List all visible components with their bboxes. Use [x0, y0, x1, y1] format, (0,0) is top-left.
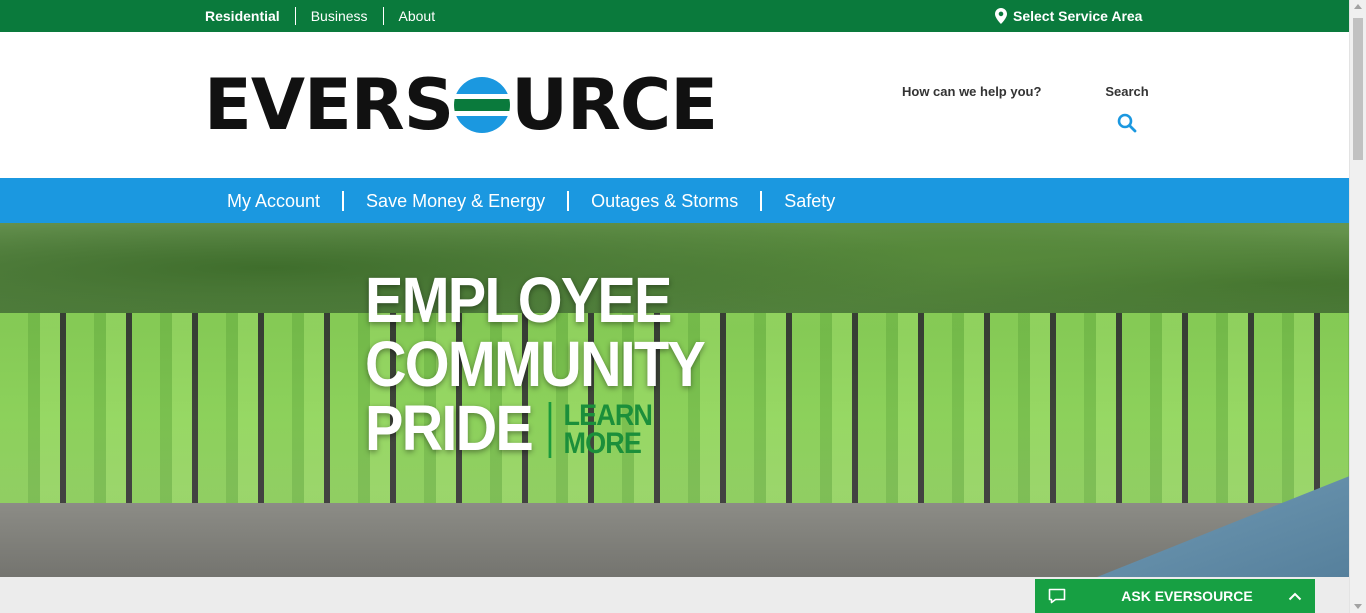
- utility-bar: Residential Business About Select Servic…: [0, 0, 1349, 38]
- help-prompt: How can we help you?: [902, 84, 1042, 99]
- nav-about[interactable]: About: [382, 7, 451, 25]
- nav-business[interactable]: Business: [294, 7, 383, 25]
- hero-line-2: COMMUNITY: [365, 328, 706, 400]
- hero-line-3: PRIDE: [365, 392, 534, 464]
- search-label: Search: [1105, 84, 1149, 99]
- chat-icon: [1048, 588, 1066, 604]
- select-service-area-link[interactable]: Select Service Area: [995, 0, 1142, 32]
- map-pin-icon: [995, 8, 1007, 24]
- scroll-thumb[interactable]: [1353, 18, 1363, 160]
- hero-headline: EMPLOYEE COMMUNITY PRIDE LEARN MORE: [365, 264, 706, 460]
- ask-eversource-widget[interactable]: ASK EVERSOURCE: [1035, 579, 1315, 613]
- nav-my-account[interactable]: My Account: [227, 191, 342, 211]
- service-area-label: Select Service Area: [1013, 8, 1143, 24]
- nav-residential[interactable]: Residential: [205, 7, 295, 38]
- main-nav: My Account Save Money & Energy Outages &…: [0, 178, 1349, 223]
- hero-line-1: EMPLOYEE: [365, 264, 672, 336]
- ask-eversource-label: ASK EVERSOURCE: [1121, 588, 1253, 604]
- logo-text-prefix: EVERS: [204, 64, 454, 146]
- search-icon: [1117, 113, 1137, 133]
- logo-text-suffix: URCE: [511, 64, 718, 146]
- nav-outages-storms[interactable]: Outages & Storms: [567, 190, 760, 211]
- logo-o-mark: [454, 77, 511, 133]
- nav-save-money-energy[interactable]: Save Money & Energy: [342, 190, 567, 211]
- search-button[interactable]: Search: [1104, 84, 1150, 133]
- nav-safety[interactable]: Safety: [760, 190, 857, 211]
- learn-more-link[interactable]: LEARN MORE: [548, 401, 653, 460]
- page-scrollbar[interactable]: [1349, 0, 1366, 613]
- segment-nav: Residential Business About: [205, 0, 451, 38]
- cta-line-2: MORE: [563, 427, 642, 460]
- chevron-up-icon[interactable]: [1288, 591, 1302, 601]
- site-header: EVERS URCE How can we help you? Search: [0, 32, 1349, 178]
- hero-banner[interactable]: EMPLOYEE COMMUNITY PRIDE LEARN MORE: [0, 223, 1349, 577]
- scroll-down-icon[interactable]: [1354, 604, 1362, 609]
- scroll-up-icon[interactable]: [1354, 4, 1362, 9]
- eversource-logo[interactable]: EVERS URCE: [204, 64, 718, 146]
